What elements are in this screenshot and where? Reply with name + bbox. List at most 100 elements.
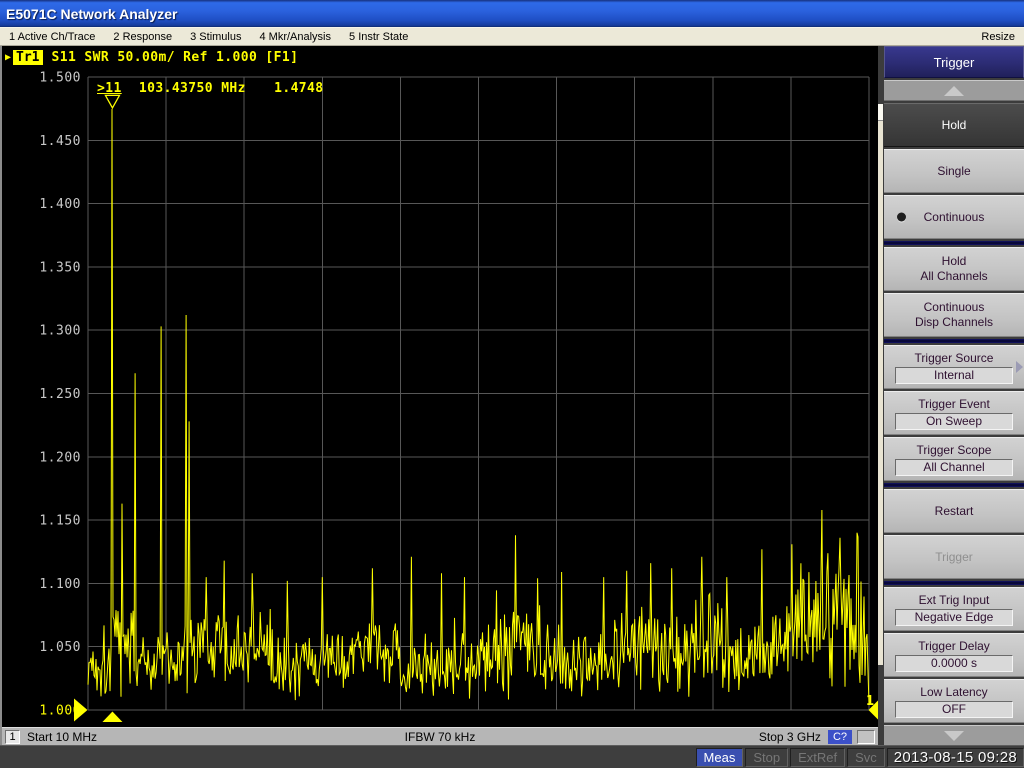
ifbw-label: IFBW 70 kHz xyxy=(405,730,476,744)
menu-item-3[interactable]: 3 Stimulus xyxy=(181,31,250,43)
softkey-trigger[interactable]: Trigger xyxy=(884,535,1024,579)
softkey-label: Trigger Event xyxy=(918,397,990,412)
softkey-label: Single xyxy=(937,164,970,179)
softkey-label-line2: Disp Channels xyxy=(915,315,993,330)
marker-id: >11 xyxy=(97,81,122,96)
softkey-trigger-source[interactable]: Trigger SourceInternal xyxy=(884,345,1024,389)
softkey-continuous[interactable]: Continuous xyxy=(884,195,1024,239)
menu-items: 1 Active Ch/Trace2 Response3 Stimulus4 M… xyxy=(0,31,417,43)
softkey-label: Hold xyxy=(942,118,967,133)
y-axis-label: 1.250 xyxy=(39,387,81,402)
stimulus-bar: 1 Start 10 MHz IFBW 70 kHz Stop 3 GHz C? xyxy=(2,727,878,745)
softkey-label: Trigger xyxy=(935,550,973,565)
softkey-value: 0.0000 s xyxy=(895,655,1013,672)
softkey-label: Continuous xyxy=(924,210,985,225)
status-stop: Stop xyxy=(745,748,788,767)
softkey-group-separator xyxy=(884,339,1024,343)
marker-triangle-icon xyxy=(105,95,119,108)
softkey-group-separator xyxy=(884,483,1024,487)
softkey-scroll-up[interactable] xyxy=(884,80,1024,101)
status-items: MeasStopExtRefSvc xyxy=(696,748,887,767)
stimulus-left: 1 Start 10 MHz xyxy=(5,730,405,744)
marker-value: 1.4748 xyxy=(274,81,323,96)
trace-format-text: S11 SWR 50.00m/ Ref 1.000 [F1] xyxy=(52,50,299,65)
y-axis-label: 1.450 xyxy=(39,134,81,149)
menu-item-5[interactable]: 5 Instr State xyxy=(340,31,417,43)
status-extref: ExtRef xyxy=(790,748,845,767)
y-axis-label: 1.300 xyxy=(39,324,81,339)
softkey-trigger-delay[interactable]: Trigger Delay0.0000 s xyxy=(884,633,1024,677)
softkey-continuous-disp-channels[interactable]: ContinuousDisp Channels xyxy=(884,293,1024,337)
status-svc: Svc xyxy=(847,748,885,767)
softkey-ext-trig-input[interactable]: Ext Trig InputNegative Edge xyxy=(884,587,1024,631)
marker-frequency: 103.43750 MHz xyxy=(139,81,246,96)
status-meas: Meas xyxy=(696,748,744,767)
trace-end-number: 1 xyxy=(866,694,874,709)
softkey-label: Ext Trig Input xyxy=(919,593,990,608)
submenu-arrow-icon xyxy=(1016,361,1023,373)
stimulus-right: Stop 3 GHz C? xyxy=(475,730,875,744)
softkey-label: Trigger Scope xyxy=(917,443,992,458)
main-content: ▶ Tr1 S11 SWR 50.00m/ Ref 1.000 [F1] 1.5… xyxy=(0,46,1024,745)
y-axis-label: 1.400 xyxy=(39,197,81,212)
softkey-single[interactable]: Single xyxy=(884,149,1024,193)
stimulus-end-box xyxy=(857,730,875,744)
softkey-label: Continuous xyxy=(924,300,985,315)
softkey-low-latency[interactable]: Low LatencyOFF xyxy=(884,679,1024,723)
trace-header: ▶ Tr1 S11 SWR 50.00m/ Ref 1.000 [F1] xyxy=(2,46,878,68)
analyzer-display: ▶ Tr1 S11 SWR 50.00m/ Ref 1.000 [F1] 1.5… xyxy=(0,46,878,745)
softkey-value: All Channel xyxy=(895,459,1013,476)
plot-svg: 1.500 1.450 1.400 1.350 1.300 1.250 1.200 1.150… xyxy=(2,68,880,727)
y-axis-label: 1.150 xyxy=(39,514,81,529)
sweep-start-label: Start 10 MHz xyxy=(27,730,97,744)
softkey-label: Hold xyxy=(942,254,967,269)
y-axis-label: 1.500 xyxy=(39,71,81,86)
y-axis-label: 1.350 xyxy=(39,260,81,275)
softkey-scrollbar-thumb[interactable] xyxy=(878,104,883,121)
softkey-value: Negative Edge xyxy=(895,609,1013,626)
softkey-value: Internal xyxy=(895,367,1013,384)
softkey-sidebar: Trigger HoldSingleContinuousHoldAll Chan… xyxy=(878,46,1024,745)
softkey-label-line2: All Channels xyxy=(920,269,987,284)
softkey-label: Low Latency xyxy=(920,685,987,700)
y-axis-label: 1.200 xyxy=(39,450,81,465)
menu-item-2[interactable]: 2 Response xyxy=(104,31,181,43)
scroll-down-icon xyxy=(944,731,964,741)
menu-item-1[interactable]: 1 Active Ch/Trace xyxy=(0,31,104,43)
softkey-label: Trigger Delay xyxy=(918,639,990,654)
softkey-hold[interactable]: Hold xyxy=(884,103,1024,147)
e5071c-application-window: E5071C Network Analyzer 1 Active Ch/Trac… xyxy=(0,0,1024,768)
softkey-hold-all-channels[interactable]: HoldAll Channels xyxy=(884,247,1024,291)
softkey-restart[interactable]: Restart xyxy=(884,489,1024,533)
softkey-group-separator xyxy=(884,241,1024,245)
softkey-value: OFF xyxy=(895,701,1013,718)
softkey-value: On Sweep xyxy=(895,413,1013,430)
selected-radio-icon xyxy=(897,213,906,222)
softkey-scroll-down[interactable] xyxy=(884,725,1024,746)
softkey-group-separator xyxy=(884,581,1024,585)
scroll-up-icon xyxy=(944,86,964,96)
softkey-scrollbar-track[interactable] xyxy=(878,104,883,665)
marker-readout: >11 103.43750 MHz 1.4748 xyxy=(97,81,323,96)
softkey-trigger-event[interactable]: Trigger EventOn Sweep xyxy=(884,391,1024,435)
y-axis-label: 1.100 xyxy=(39,577,81,592)
plot-area: 1.500 1.450 1.400 1.350 1.300 1.250 1.200 1.150… xyxy=(2,68,878,727)
title-bar: E5071C Network Analyzer xyxy=(0,0,1024,27)
channel-number-box[interactable]: 1 xyxy=(5,730,20,744)
sweep-stop-label: Stop 3 GHz xyxy=(759,730,821,744)
softkey-trigger-scope[interactable]: Trigger ScopeAll Channel xyxy=(884,437,1024,481)
trace-label-badge[interactable]: Tr1 xyxy=(13,50,42,65)
menu-item-4[interactable]: 4 Mkr/Analysis xyxy=(250,31,340,43)
marker-stimulus-indicator-icon xyxy=(102,712,122,723)
calibration-status-badge: C? xyxy=(828,730,852,744)
softkey-label: Trigger Source xyxy=(915,351,994,366)
window-title: E5071C Network Analyzer xyxy=(0,6,177,22)
softkey-menu-title: Trigger xyxy=(884,46,1024,78)
y-axis-label: 1.050 xyxy=(39,640,81,655)
softkey-menu: Trigger HoldSingleContinuousHoldAll Chan… xyxy=(884,46,1024,745)
active-trace-arrow-icon: ▶ xyxy=(5,52,11,63)
status-bar: MeasStopExtRefSvc 2013-08-15 09:28 xyxy=(0,745,1024,768)
menu-item-resize[interactable]: Resize xyxy=(972,31,1024,43)
menu-bar: 1 Active Ch/Trace2 Response3 Stimulus4 M… xyxy=(0,27,1024,46)
softkey-label: Restart xyxy=(935,504,974,519)
